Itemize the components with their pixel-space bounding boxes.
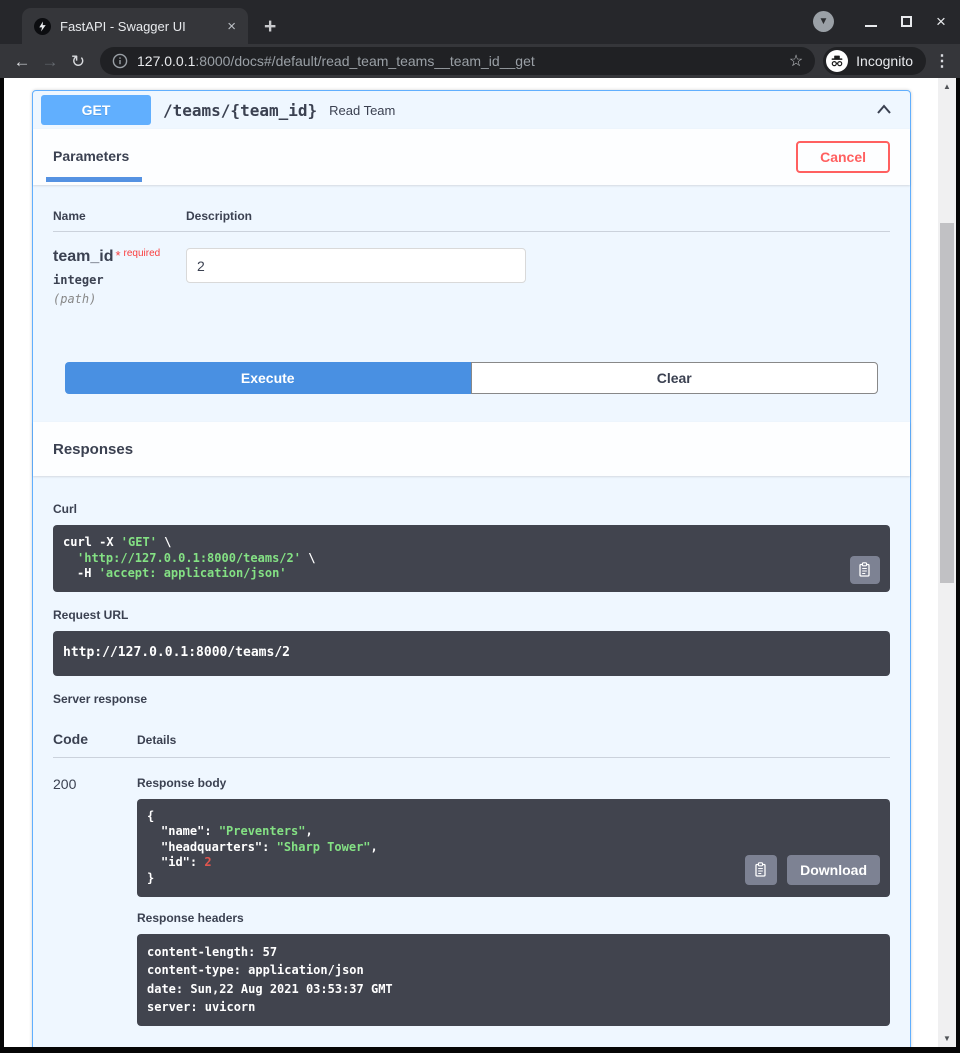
parameters-header: Parameters Cancel (33, 129, 910, 185)
url-bar[interactable]: 127.0.0.1:8000/docs#/default/read_team_t… (100, 47, 815, 75)
response-body-block: { "name": "Preventers", "headquarters": … (137, 799, 890, 897)
curl-label: Curl (53, 502, 890, 516)
server-response-table-header: Code Details (53, 715, 890, 758)
response-headers-block: content-length: 57 content-type: applica… (137, 934, 890, 1026)
responses-table-label: Responses (53, 1046, 890, 1047)
operation-description: Read Team (329, 103, 395, 118)
copy-response-button[interactable] (745, 855, 777, 885)
request-url-block: http://127.0.0.1:8000/teams/2 (53, 631, 890, 676)
http-method-badge: GET (41, 95, 151, 125)
col-details-header: Details (137, 733, 890, 747)
active-tab-underline (46, 177, 142, 182)
cancel-button[interactable]: Cancel (796, 141, 890, 173)
browser-toolbar: ← → ↻ 127.0.0.1:8000/docs#/default/read_… (0, 44, 960, 78)
execute-button[interactable]: Execute (65, 362, 471, 394)
reload-button[interactable]: ↻ (64, 53, 92, 70)
incognito-icon (826, 50, 848, 72)
team-id-input[interactable] (186, 248, 526, 283)
browser-update-icon[interactable]: ▼ (813, 11, 834, 32)
responses-title: Responses (53, 441, 133, 458)
scrollbar-thumb[interactable] (940, 223, 954, 583)
response-status-code: 200 (53, 776, 137, 1026)
request-url-label: Request URL (53, 608, 890, 622)
incognito-label: Incognito (856, 53, 913, 69)
parameters-title: Parameters (53, 148, 129, 164)
site-info-icon[interactable] (112, 53, 128, 69)
required-star: * (115, 248, 120, 263)
new-tab-button[interactable]: + (264, 16, 276, 37)
window-close-button[interactable]: × (934, 15, 948, 29)
col-description-header: Description (186, 209, 890, 223)
server-response-row: 200 Response body { "name": "Preventers"… (53, 758, 890, 1026)
required-label: required (124, 248, 161, 259)
server-response-label: Server response (53, 692, 890, 706)
responses-header: Responses (33, 422, 910, 476)
download-button[interactable]: Download (787, 855, 880, 885)
collapse-chevron-icon[interactable] (874, 100, 894, 120)
col-name-header: Name (53, 209, 186, 223)
window-maximize-button[interactable] (899, 15, 913, 29)
response-headers-label: Response headers (137, 911, 890, 925)
param-location: (path) (53, 292, 186, 306)
back-button[interactable]: ← (8, 53, 36, 70)
browser-tab[interactable]: FastAPI - Swagger UI × (22, 8, 248, 44)
forward-button[interactable]: → (36, 53, 64, 70)
fastapi-favicon-icon (34, 18, 51, 35)
browser-titlebar: FastAPI - Swagger UI × + ▼ × (0, 0, 960, 44)
bookmark-star-icon[interactable]: ☆ (789, 51, 803, 71)
tab-title: FastAPI - Swagger UI (60, 19, 223, 34)
incognito-badge: Incognito (823, 47, 926, 75)
url-text: 127.0.0.1:8000/docs#/default/read_team_t… (137, 53, 781, 69)
curl-command-block: curl -X 'GET' \ 'http://127.0.0.1:8000/t… (53, 525, 890, 592)
swagger-page: GET /teams/{team_id} Read Team Parameter… (4, 78, 938, 1047)
parameters-tab: Parameters (53, 148, 135, 166)
col-code-header: Code (53, 731, 137, 747)
tab-close-icon[interactable]: × (223, 18, 240, 35)
scroll-up-arrow[interactable]: ▲ (938, 82, 956, 91)
operation-summary[interactable]: GET /teams/{team_id} Read Team (33, 91, 910, 129)
param-type: integer (53, 273, 186, 287)
response-body-label: Response body (137, 776, 890, 790)
page-scrollbar[interactable]: ▲ ▼ (938, 78, 956, 1047)
parameter-row-team-id: team_id* required integer (path) (53, 232, 890, 306)
copy-curl-button[interactable] (850, 556, 880, 584)
operation-path: /teams/{team_id} (163, 101, 317, 120)
parameters-table-header: Name Description (53, 209, 890, 232)
window-minimize-button[interactable] (864, 15, 878, 29)
clear-button[interactable]: Clear (471, 362, 879, 394)
param-name: team_id (53, 248, 113, 265)
scroll-down-arrow[interactable]: ▼ (938, 1034, 956, 1043)
browser-menu-icon[interactable]: ⋮ (932, 51, 952, 71)
opblock-get-teams: GET /teams/{team_id} Read Team Parameter… (32, 90, 911, 1047)
